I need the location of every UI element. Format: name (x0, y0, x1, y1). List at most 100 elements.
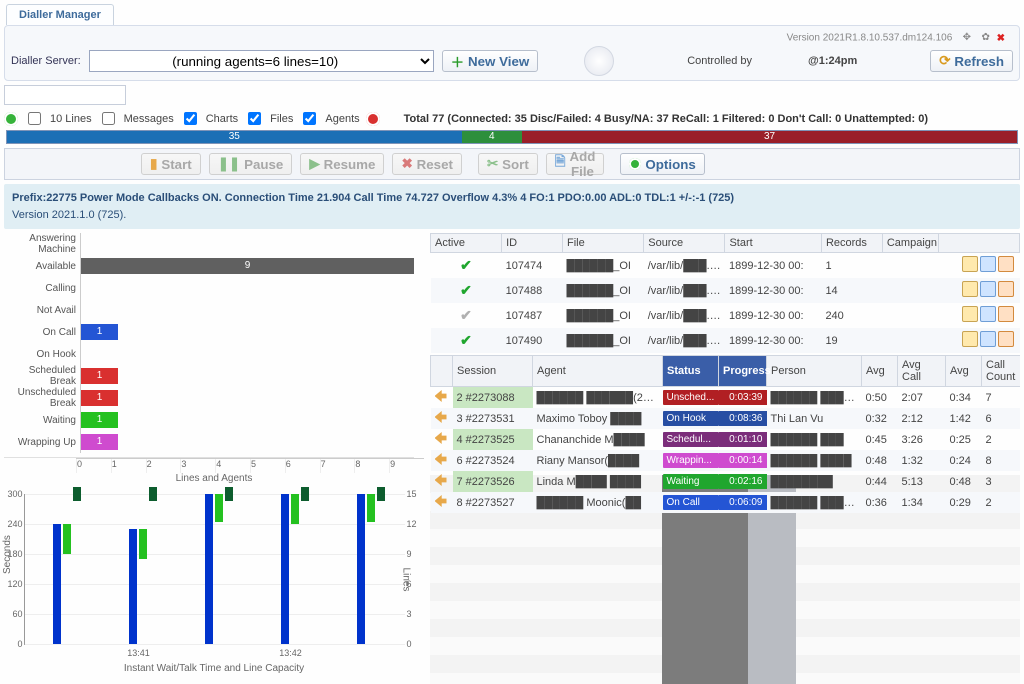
cell-session: 6 #2273524 (453, 450, 533, 471)
row-action-1[interactable] (962, 281, 978, 297)
files-table: ActiveIDFileSourceStartRecordsCampaign ✔… (430, 233, 1020, 353)
row-action-2[interactable] (980, 281, 996, 297)
dialler-server-select[interactable]: (running agents=6 lines=10) (89, 50, 434, 72)
row-action-3[interactable] (998, 331, 1014, 347)
row-action-1[interactable] (962, 331, 978, 347)
hbar-category-label: On Call (4, 327, 80, 338)
sessions-table: SessionAgentStatusProgressPersonAvgAvg C… (430, 355, 1020, 513)
options-button[interactable]: Options (620, 153, 704, 175)
check-agents[interactable] (303, 112, 316, 125)
cell-id: 107487 (502, 303, 563, 328)
sessions-col-header[interactable]: Status (663, 356, 719, 387)
table-row[interactable]: 6 #2273524Riany Mansor(████Wrappin...0:0… (431, 450, 1021, 471)
row-action-2[interactable] (980, 306, 996, 322)
row-action-3[interactable] (998, 256, 1014, 272)
check-charts[interactable] (184, 112, 197, 125)
tab-dialler-manager[interactable]: Dialler Manager (6, 4, 114, 25)
row-action-3[interactable] (998, 281, 1014, 297)
cell-avg1: 0:50 (862, 387, 898, 409)
cell-avgcall: 5:13 (898, 471, 946, 492)
table-row[interactable]: ✔107490██████_OI/var/lib/███...ur1899-12… (431, 328, 1020, 353)
table-row[interactable]: 4 #2273525Chananchide M████Schedul...0:0… (431, 429, 1021, 450)
status-badge: On Call (663, 495, 719, 510)
cell-agent: ██████ Moonic(██ (533, 492, 663, 513)
hbar-xtick: 2 (146, 459, 181, 473)
files-col-header[interactable]: Records (821, 234, 882, 253)
plus-icon: ＋ (451, 52, 464, 71)
move-icon[interactable]: ✥ (959, 32, 971, 44)
cell-avg1: 0:36 (862, 492, 898, 513)
ts-ytick-left: 60 (12, 609, 24, 619)
table-row[interactable]: 2 #2273088██████ ██████(2274Unsched...0:… (431, 387, 1021, 409)
sessions-col-header[interactable]: Progress (719, 356, 767, 387)
row-action-3[interactable] (998, 306, 1014, 322)
files-col-header[interactable]: Source (644, 234, 725, 253)
active-tick-icon: ✔ (460, 307, 472, 323)
table-row[interactable]: 3 #2273531Maximo Toboy ████On Hook0:08:3… (431, 408, 1021, 429)
sessions-col-header[interactable]: Avg (862, 356, 898, 387)
ts-ytick-left: 0 (17, 639, 24, 649)
pause-button: ❚❚Pause (209, 153, 293, 175)
cell-campaign (882, 253, 938, 279)
hbar-xtick: 7 (320, 459, 355, 473)
check-10lines[interactable] (28, 112, 41, 125)
sessions-col-header[interactable] (431, 356, 453, 387)
files-col-header[interactable]: Active (431, 234, 502, 253)
cell-start: 1899-12-30 00: (725, 253, 821, 279)
ts-group (123, 529, 163, 644)
sessions-col-header[interactable]: Session (453, 356, 533, 387)
files-col-header[interactable]: Campaign (882, 234, 938, 253)
hand-icon (435, 432, 447, 444)
refresh-button[interactable]: ⟳ Refresh (930, 50, 1013, 72)
hbar-xtick: 3 (180, 459, 215, 473)
progress-segment: 37 (522, 131, 1017, 143)
dialler-server-label: Dialler Server: (11, 55, 81, 67)
cell-avg2: 0:29 (946, 492, 982, 513)
cell-session: 8 #2273527 (453, 492, 533, 513)
cell-avgcall: 3:26 (898, 429, 946, 450)
files-col-header[interactable] (938, 234, 1019, 253)
cell-records: 19 (821, 328, 882, 353)
files-col-header[interactable]: ID (502, 234, 563, 253)
cell-person: ██████ ████ (767, 450, 862, 471)
sessions-col-header[interactable]: Avg (946, 356, 982, 387)
table-row[interactable]: 8 #2273527██████ Moonic(██On Call0:06:09… (431, 492, 1021, 513)
globe-icon[interactable] (584, 46, 614, 76)
row-action-1[interactable] (962, 306, 978, 322)
cell-source: /var/lib/███...ar (644, 253, 725, 279)
resume-button: ▶Resume (300, 153, 384, 175)
sessions-col-header[interactable]: Call Count (982, 356, 1021, 387)
search-input[interactable] (4, 85, 126, 105)
ts-group (199, 494, 239, 644)
table-row[interactable]: 7 #2273526Linda M████ ████Waiting0:02:16… (431, 471, 1021, 492)
cell-avg1: 0:32 (862, 408, 898, 429)
row-action-1[interactable] (962, 256, 978, 272)
table-row[interactable]: ✔107488██████_OI/var/lib/███...ur1899-12… (431, 278, 1020, 303)
ts-group (351, 494, 391, 644)
version-text: Version 2021R1.8.10.537.dm124.106 (787, 33, 953, 44)
files-col-header[interactable]: Start (725, 234, 821, 253)
table-row[interactable]: ✔107474██████_OI/var/lib/███...ar1899-12… (431, 253, 1020, 279)
ts-xtick: 13:42 (279, 648, 302, 658)
status-badge: On Hook (663, 411, 719, 426)
new-view-button[interactable]: ＋ New View (442, 50, 539, 72)
reset-button: ✖Reset (392, 153, 461, 175)
files-col-header[interactable]: File (563, 234, 644, 253)
status-badge: Unsched... (663, 390, 719, 405)
cell-source: /var/lib/███...ur (644, 328, 725, 353)
row-action-2[interactable] (980, 331, 996, 347)
check-files[interactable] (248, 112, 261, 125)
row-action-2[interactable] (980, 256, 996, 272)
check-messages[interactable] (102, 112, 115, 125)
close-icon[interactable]: ✖ (997, 33, 1005, 44)
sessions-col-header[interactable]: Avg Call (898, 356, 946, 387)
table-row[interactable]: ✔107487██████_OI/var/lib/███...er1899-12… (431, 303, 1020, 328)
settings-icon[interactable]: ✿ (978, 32, 990, 44)
sessions-col-header[interactable]: Person (767, 356, 862, 387)
hbar-xtick: 6 (285, 459, 320, 473)
prefix-info-line2: Version 2021.1.0 (725). (12, 207, 1012, 224)
cell-avgcall: 1:34 (898, 492, 946, 513)
cell-session: 3 #2273531 (453, 408, 533, 429)
cell-count: 7 (982, 387, 1021, 409)
sessions-col-header[interactable]: Agent (533, 356, 663, 387)
